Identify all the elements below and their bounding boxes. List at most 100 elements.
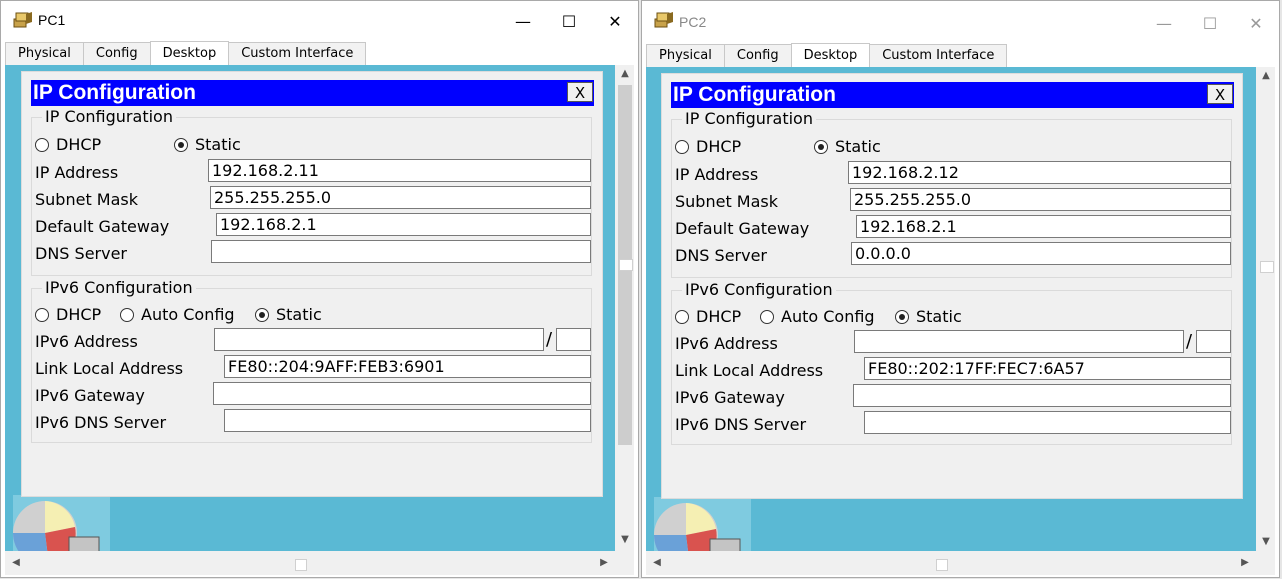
dialog-title-bar: IP Configuration X: [671, 82, 1234, 108]
ipv6-dhcp-radio[interactable]: DHCP: [35, 305, 101, 324]
vertical-scrollbar[interactable]: ▲ ▼: [1257, 67, 1275, 553]
dialog-close-button[interactable]: X: [567, 82, 593, 102]
subnet-mask-input[interactable]: 255.255.255.0: [210, 186, 591, 209]
pc2-window: PC2 — ☐ ✕ Physical Config Desktop Custom…: [641, 0, 1280, 578]
maximize-icon[interactable]: ☐: [546, 7, 592, 35]
default-gateway-input[interactable]: 192.168.2.1: [856, 215, 1231, 238]
horizontal-scrollbar[interactable]: ◀ ▶: [646, 551, 1275, 575]
scroll-up-icon[interactable]: ▲: [1257, 67, 1275, 85]
ipv6-gateway-input[interactable]: [853, 384, 1231, 407]
dhcp-radio[interactable]: DHCP: [35, 135, 101, 154]
tab-custom-interface[interactable]: Custom Interface: [228, 42, 367, 65]
static-radio[interactable]: Static: [814, 137, 881, 156]
radio-icon: [760, 309, 774, 324]
close-icon[interactable]: ✕: [1233, 9, 1279, 37]
radio-selected-icon: [895, 309, 909, 324]
ipv6-address-input[interactable]: [854, 330, 1184, 353]
ip-address-input[interactable]: 192.168.2.11: [208, 159, 591, 182]
tab-bar: Physical Config Desktop Custom Interface: [5, 41, 367, 65]
ipv6-static-radio[interactable]: Static: [255, 305, 322, 324]
tab-config[interactable]: Config: [82, 42, 151, 65]
ipv6-gateway-input[interactable]: [213, 382, 591, 405]
tab-physical[interactable]: Physical: [5, 42, 84, 65]
group-label: IPv6 Configuration: [682, 280, 836, 299]
static-radio[interactable]: Static: [174, 135, 241, 154]
dns-server-label: DNS Server: [35, 244, 127, 263]
tab-content: Dialer Editor Firewall ▲ ▼ ◀ ▶ IP Config…: [5, 65, 634, 575]
window-title: PC1: [38, 12, 66, 28]
scroll-thumb[interactable]: [936, 559, 948, 571]
close-icon[interactable]: ✕: [592, 7, 638, 35]
default-gateway-label: Default Gateway: [35, 217, 170, 236]
prefix-separator: /: [1186, 331, 1193, 352]
ip-address-input[interactable]: 192.168.2.12: [848, 161, 1231, 184]
minimize-icon[interactable]: —: [500, 7, 546, 35]
minimize-icon[interactable]: —: [1141, 9, 1187, 37]
prefix-separator: /: [546, 329, 553, 350]
tab-custom-interface[interactable]: Custom Interface: [869, 44, 1008, 67]
scroll-right-icon[interactable]: ▶: [1236, 554, 1254, 572]
radio-icon: [675, 139, 689, 154]
dhcp-radio[interactable]: DHCP: [675, 137, 741, 156]
link-local-address-label: Link Local Address: [35, 359, 184, 378]
ipv6-address-input[interactable]: [214, 328, 544, 351]
radio-selected-icon: [174, 137, 188, 152]
scroll-down-icon[interactable]: ▼: [1257, 533, 1275, 551]
dns-server-input[interactable]: 0.0.0.0: [851, 242, 1231, 265]
ipv6-auto-config-radio[interactable]: Auto Config: [760, 307, 875, 326]
ipv6-prefix-input[interactable]: [556, 328, 591, 351]
ipv6-dns-server-input[interactable]: [864, 411, 1231, 434]
scroll-left-icon[interactable]: ◀: [7, 554, 25, 572]
radio-selected-icon: [814, 139, 828, 154]
window-title: PC2: [679, 14, 707, 30]
ip-configuration-dialog: IP Configuration X IP Configuration DHCP…: [661, 73, 1243, 499]
group-label: IP Configuration: [42, 107, 176, 126]
pc2-titlebar[interactable]: PC2 — ☐ ✕: [642, 1, 1279, 41]
scroll-right-icon[interactable]: ▶: [595, 554, 613, 572]
link-local-address-input[interactable]: FE80::202:17FF:FEC7:6A57: [864, 357, 1231, 380]
ipv6-prefix-input[interactable]: [1196, 330, 1231, 353]
link-local-address-input[interactable]: FE80::204:9AFF:FEB3:6901: [224, 355, 591, 378]
link-local-address-label: Link Local Address: [675, 361, 824, 380]
default-gateway-input[interactable]: 192.168.2.1: [216, 213, 591, 236]
dns-server-input[interactable]: [211, 240, 591, 263]
subnet-mask-input[interactable]: 255.255.255.0: [850, 188, 1231, 211]
ip-address-label: IP Address: [35, 163, 119, 182]
horizontal-scrollbar[interactable]: ◀ ▶: [5, 551, 634, 575]
radio-icon: [120, 307, 134, 322]
ipv6-config-group: IPv6 Configuration DHCP Auto Config Stat…: [671, 280, 1232, 445]
group-label: IPv6 Configuration: [42, 278, 196, 297]
scroll-thumb[interactable]: [619, 259, 633, 271]
tab-content: Dialer Editor Firewall ▲ ▼ ◀ ▶ IP Config…: [646, 67, 1275, 575]
ipv6-config-group: IPv6 Configuration DHCP Auto Config Stat…: [31, 278, 592, 443]
ipv6-dhcp-radio[interactable]: DHCP: [675, 307, 741, 326]
scroll-left-icon[interactable]: ◀: [648, 554, 666, 572]
ipv6-static-radio[interactable]: Static: [895, 307, 962, 326]
radio-icon: [35, 307, 49, 322]
subnet-mask-label: Subnet Mask: [675, 192, 779, 211]
maximize-icon[interactable]: ☐: [1187, 9, 1233, 37]
vertical-scrollbar[interactable]: ▲ ▼: [616, 65, 634, 551]
dialog-title: IP Configuration: [673, 83, 836, 106]
ipv6-dns-server-label: IPv6 DNS Server: [675, 415, 807, 434]
tab-desktop[interactable]: Desktop: [790, 43, 871, 67]
dialog-close-button[interactable]: X: [1207, 84, 1233, 104]
pc1-titlebar[interactable]: PC1 — ☐ ✕: [1, 1, 638, 41]
ipv6-auto-config-radio[interactable]: Auto Config: [120, 305, 235, 324]
dns-server-label: DNS Server: [675, 246, 767, 265]
tab-config[interactable]: Config: [723, 44, 792, 67]
ipv4-config-group: IP Configuration DHCP Static IP Address …: [31, 107, 592, 276]
ipv6-dns-server-input[interactable]: [224, 409, 591, 432]
scroll-thumb[interactable]: [1260, 261, 1274, 273]
scroll-up-icon[interactable]: ▲: [616, 65, 634, 83]
pc1-window: PC1 — ☐ ✕ Physical Config Desktop Custom…: [0, 0, 639, 578]
tab-desktop[interactable]: Desktop: [149, 41, 230, 65]
pie-app-icon: [12, 501, 100, 553]
ipv4-config-group: IP Configuration DHCP Static IP Address …: [671, 109, 1232, 278]
ipv6-gateway-label: IPv6 Gateway: [35, 386, 145, 405]
scroll-thumb[interactable]: [295, 559, 307, 571]
scroll-down-icon[interactable]: ▼: [616, 531, 634, 549]
ipv6-dns-server-label: IPv6 DNS Server: [35, 413, 167, 432]
ip-configuration-dialog: IP Configuration X IP Configuration DHCP…: [21, 71, 603, 497]
tab-physical[interactable]: Physical: [646, 44, 725, 67]
